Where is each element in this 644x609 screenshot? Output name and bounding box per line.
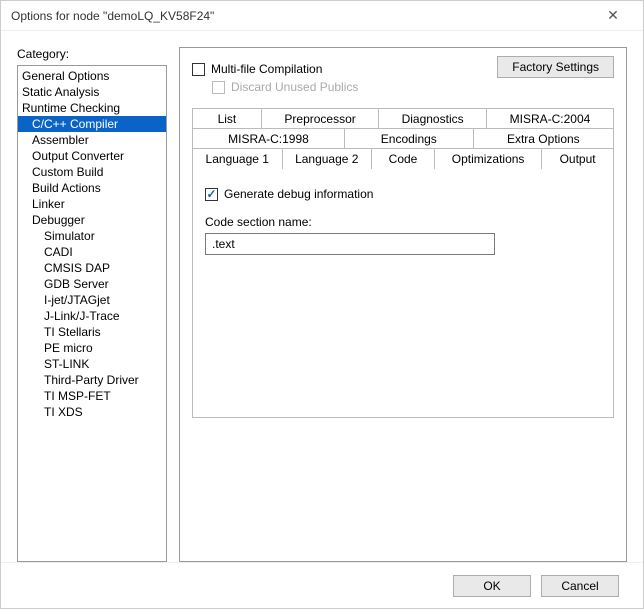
tab-misra-c-1998[interactable]: MISRA-C:1998 xyxy=(192,128,345,149)
category-item[interactable]: CMSIS DAP xyxy=(18,260,166,276)
tab-misra-c-2004[interactable]: MISRA-C:2004 xyxy=(487,108,614,129)
tab-extra-options[interactable]: Extra Options xyxy=(474,128,614,149)
gendebug-label: Generate debug information xyxy=(224,187,373,201)
tab-optimizations[interactable]: Optimizations xyxy=(435,148,542,169)
ok-button[interactable]: OK xyxy=(453,575,531,597)
options-dialog: Options for node "demoLQ_KV58F24" ✕ Cate… xyxy=(0,0,644,609)
tab-output[interactable]: Output xyxy=(542,148,614,169)
category-item[interactable]: I-jet/JTAGjet xyxy=(18,292,166,308)
settings-panel: Factory Settings ✓ Multi-file Compilatio… xyxy=(179,47,627,562)
tab-diagnostics[interactable]: Diagnostics xyxy=(379,108,487,129)
category-item[interactable]: ST-LINK xyxy=(18,356,166,372)
category-item[interactable]: J-Link/J-Trace xyxy=(18,308,166,324)
category-item[interactable]: Third-Party Driver xyxy=(18,372,166,388)
category-item[interactable]: TI MSP-FET xyxy=(18,388,166,404)
tab-row-1: ListPreprocessorDiagnosticsMISRA-C:2004 xyxy=(192,108,614,129)
category-item[interactable]: Simulator xyxy=(18,228,166,244)
discard-row: ✓ Discard Unused Publics xyxy=(192,80,614,94)
category-item[interactable]: Runtime Checking xyxy=(18,100,166,116)
tab-content-output: ✓ Generate debug information Code sectio… xyxy=(192,168,614,418)
tab-list[interactable]: List xyxy=(192,108,262,129)
window-title: Options for node "demoLQ_KV58F24" xyxy=(11,9,593,23)
category-item[interactable]: General Options xyxy=(18,68,166,84)
dialog-body: Category: General OptionsStatic Analysis… xyxy=(1,31,643,562)
category-item[interactable]: Custom Build xyxy=(18,164,166,180)
code-section-label: Code section name: xyxy=(205,215,601,229)
discard-label: Discard Unused Publics xyxy=(231,80,358,94)
close-icon[interactable]: ✕ xyxy=(593,7,633,24)
category-item[interactable]: CADI xyxy=(18,244,166,260)
tab-row-3: Language 1Language 2CodeOptimizationsOut… xyxy=(192,149,614,169)
tab-language-2[interactable]: Language 2 xyxy=(283,148,373,169)
tab-encodings[interactable]: Encodings xyxy=(345,128,474,149)
tab-code[interactable]: Code xyxy=(372,148,435,169)
gendebug-row: ✓ Generate debug information xyxy=(205,187,601,201)
category-item[interactable]: GDB Server xyxy=(18,276,166,292)
dialog-footer: OK Cancel xyxy=(1,562,643,608)
category-item[interactable]: TI Stellaris xyxy=(18,324,166,340)
code-section-input[interactable] xyxy=(205,233,495,255)
multifile-label: Multi-file Compilation xyxy=(211,62,322,76)
gendebug-checkbox[interactable]: ✓ xyxy=(205,188,218,201)
discard-checkbox: ✓ xyxy=(212,81,225,94)
category-item[interactable]: Debugger xyxy=(18,212,166,228)
multifile-checkbox[interactable]: ✓ xyxy=(192,63,205,76)
category-item[interactable]: C/C++ Compiler xyxy=(18,116,166,132)
tab-preprocessor[interactable]: Preprocessor xyxy=(262,108,379,129)
category-panel: Category: General OptionsStatic Analysis… xyxy=(17,47,167,562)
category-item[interactable]: Static Analysis xyxy=(18,84,166,100)
tab-row-2: MISRA-C:1998EncodingsExtra Options xyxy=(192,129,614,149)
tab-language-1[interactable]: Language 1 xyxy=(192,148,283,169)
category-tree[interactable]: General OptionsStatic AnalysisRuntime Ch… xyxy=(17,65,167,562)
category-item[interactable]: TI XDS xyxy=(18,404,166,420)
category-item[interactable]: Assembler xyxy=(18,132,166,148)
titlebar: Options for node "demoLQ_KV58F24" ✕ xyxy=(1,1,643,31)
category-item[interactable]: Linker xyxy=(18,196,166,212)
category-label: Category: xyxy=(17,47,167,61)
tabs: ListPreprocessorDiagnosticsMISRA-C:2004 … xyxy=(192,108,614,418)
cancel-button[interactable]: Cancel xyxy=(541,575,619,597)
category-item[interactable]: PE micro xyxy=(18,340,166,356)
category-item[interactable]: Output Converter xyxy=(18,148,166,164)
category-item[interactable]: Build Actions xyxy=(18,180,166,196)
factory-settings-button[interactable]: Factory Settings xyxy=(497,56,614,78)
